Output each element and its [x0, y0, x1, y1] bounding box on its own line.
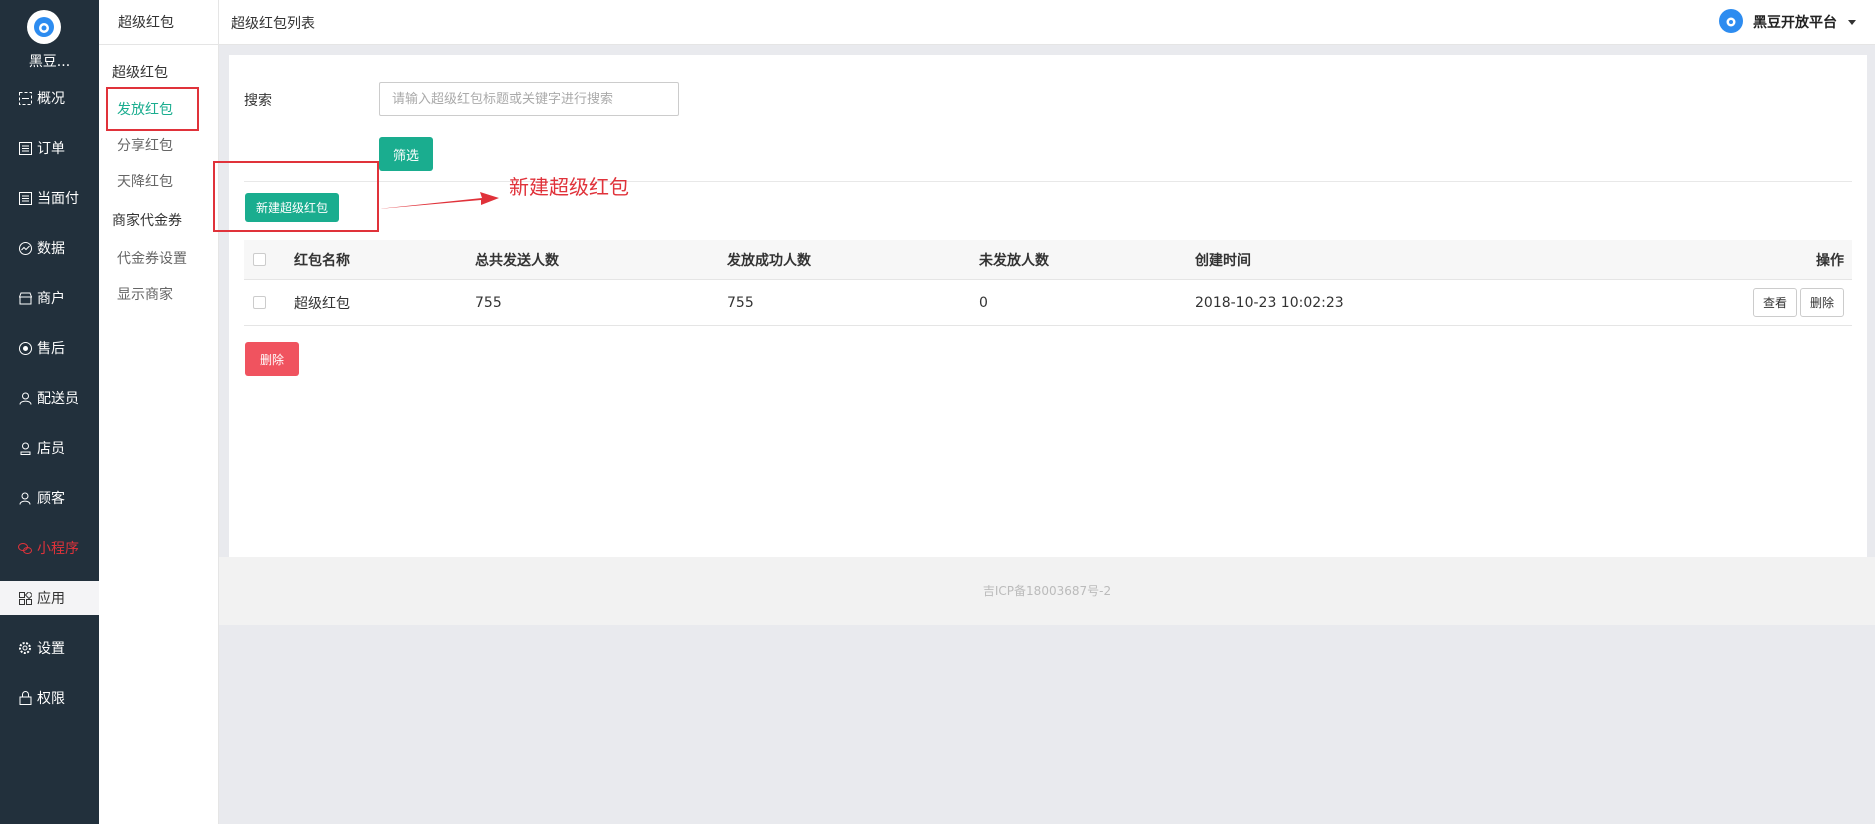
nav-label: 售后 [37, 341, 65, 357]
customer-icon [18, 491, 32, 505]
col-header-created: 创建时间 [1195, 252, 1251, 269]
cell-created: 2018-10-23 10:02:23 [1195, 294, 1344, 311]
subnav-item-rain-redpacket[interactable]: 天降红包 [117, 171, 173, 191]
app-logo-icon[interactable] [27, 10, 61, 44]
icp-record: 吉ICP备18003687号-2 [982, 584, 1112, 598]
redpacket-table: 红包名称 总共发送人数 发放成功人数 未发放人数 创建时间 操作 超级红包 75… [244, 240, 1852, 326]
search-input[interactable] [379, 82, 679, 116]
overview-icon [18, 91, 32, 105]
cell-total: 755 [475, 294, 502, 311]
aftersale-icon [18, 341, 32, 355]
chevron-down-icon[interactable] [1848, 20, 1856, 25]
select-all-checkbox[interactable] [253, 253, 266, 266]
main-nav: 黑豆... 概况 订单 当面付 数据 商户 售后 配送员 店员 顾客 小程序 应… [0, 0, 99, 824]
cell-actions: 查看 删除 [1595, 288, 1852, 317]
platform-logo-icon [1719, 9, 1743, 33]
nav-label: 订单 [37, 141, 65, 157]
nav-label: 店员 [37, 441, 65, 457]
subnav-header: 超级红包 [99, 0, 218, 45]
nav-label: 权限 [37, 691, 65, 707]
col-header-pending: 未发放人数 [979, 252, 1049, 269]
nav-label: 数据 [37, 241, 65, 257]
gear-icon [18, 641, 32, 655]
col-header-success: 发放成功人数 [727, 252, 811, 269]
annotation-text: 新建超级红包 [509, 175, 629, 199]
col-header-total: 总共发送人数 [475, 252, 559, 269]
nav-item-aftersale[interactable]: 售后 [0, 331, 99, 365]
nav-item-clerk[interactable]: 店员 [0, 431, 99, 465]
annotation-box-issue-redpacket [106, 87, 199, 131]
footer: 吉ICP备18003687号-2 [219, 557, 1875, 625]
subnav-group-voucher: 商家代金券 [112, 213, 182, 229]
nav-label: 配送员 [37, 391, 79, 407]
annotation-arrow-icon [378, 192, 499, 209]
nav-item-apps[interactable]: 应用 [0, 581, 99, 615]
nav-item-data[interactable]: 数据 [0, 231, 99, 265]
view-button[interactable]: 查看 [1752, 288, 1797, 317]
lock-icon [18, 691, 32, 705]
cell-pending: 0 [979, 294, 988, 311]
pay-icon [18, 191, 32, 205]
nav-item-overview[interactable]: 概况 [0, 81, 99, 115]
nav-item-courier[interactable]: 配送员 [0, 381, 99, 415]
nav-label: 顾客 [37, 491, 65, 507]
divider [244, 181, 1852, 182]
cell-name: 超级红包 [294, 295, 350, 312]
nav-label: 商户 [37, 291, 65, 307]
courier-icon [18, 391, 32, 405]
table-row: 超级红包 755 755 0 2018-10-23 10:02:23 查看 删除 [244, 280, 1852, 326]
clerk-icon [18, 441, 32, 455]
row-delete-button[interactable]: 删除 [1799, 288, 1844, 317]
bulk-delete-button[interactable]: 删除 [245, 342, 299, 376]
nav-item-miniprogram[interactable]: 小程序 [0, 531, 99, 565]
nav-label: 应用 [37, 591, 65, 607]
page-title: 超级红包列表 [231, 16, 315, 32]
subnav-item-voucher-settings[interactable]: 代金券设置 [117, 248, 187, 268]
subnav-item-share-redpacket[interactable]: 分享红包 [117, 135, 173, 155]
col-header-actions: 操作 [1816, 252, 1844, 269]
table-header: 红包名称 总共发送人数 发放成功人数 未发放人数 创建时间 操作 [244, 240, 1852, 280]
data-icon [18, 241, 32, 255]
col-header-name: 红包名称 [294, 252, 350, 269]
nav-label: 设置 [37, 641, 65, 657]
platform-menu[interactable]: 黑豆开放平台 [1753, 12, 1837, 32]
miniprogram-icon [18, 541, 32, 555]
annotation-box-new-button [213, 161, 379, 232]
cell-success: 755 [727, 294, 754, 311]
row-checkbox[interactable] [253, 296, 266, 309]
nav-item-customer[interactable]: 顾客 [0, 481, 99, 515]
brand-name: 黑豆... [28, 54, 71, 70]
nav-item-store[interactable]: 商户 [0, 281, 99, 315]
nav-item-permissions[interactable]: 权限 [0, 681, 99, 715]
order-icon [18, 141, 32, 155]
filter-button[interactable]: 筛选 [379, 137, 433, 171]
apps-icon [18, 591, 32, 605]
subnav-item-show-merchant[interactable]: 显示商家 [117, 284, 173, 304]
nav-label: 小程序 [37, 541, 79, 557]
store-icon [18, 291, 32, 305]
subnav-group-redpacket: 超级红包 [112, 65, 168, 81]
search-label: 搜索 [244, 93, 272, 109]
nav-label: 概况 [37, 91, 65, 107]
nav-item-settings[interactable]: 设置 [0, 631, 99, 665]
nav-item-orders[interactable]: 订单 [0, 131, 99, 165]
top-header: 超级红包列表 黑豆开放平台 [219, 0, 1875, 45]
nav-label: 当面付 [37, 191, 79, 207]
nav-item-pay[interactable]: 当面付 [0, 181, 99, 215]
